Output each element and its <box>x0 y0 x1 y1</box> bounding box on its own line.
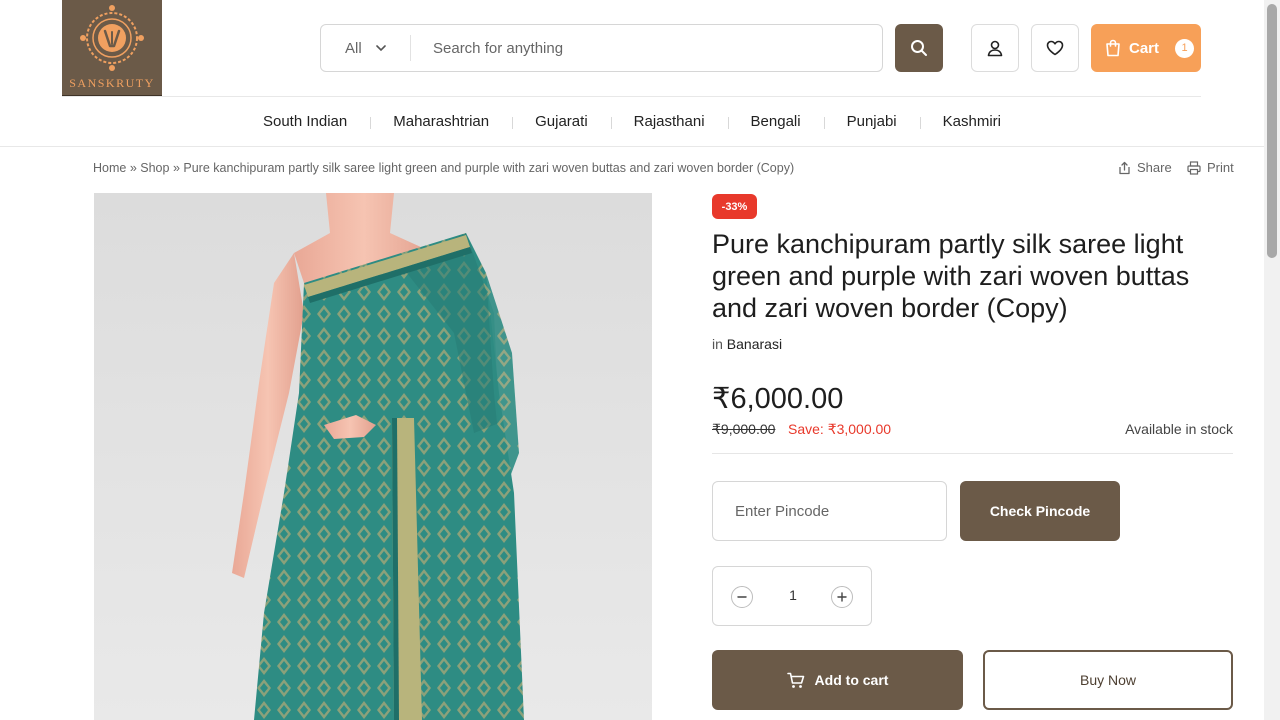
nav-item-gujarati[interactable]: Gujarati <box>512 113 611 130</box>
cart-label: Cart <box>1129 39 1160 57</box>
search-button[interactable] <box>895 24 943 72</box>
page-scrollbar[interactable] <box>1264 0 1280 720</box>
print-button[interactable]: Print <box>1187 160 1234 175</box>
original-price: ₹9,000.00 <box>712 421 776 437</box>
brand-logo[interactable]: SANSKRUTY <box>62 0 162 97</box>
search-category-select[interactable]: All <box>321 35 411 61</box>
category-link[interactable]: Banarasi <box>727 336 782 352</box>
user-icon <box>987 40 1003 57</box>
printer-icon <box>1187 160 1201 175</box>
cart-icon <box>786 672 804 688</box>
check-pincode-button[interactable]: Check Pincode <box>960 481 1120 541</box>
pincode-input[interactable] <box>712 481 947 541</box>
nav-item-maharashtrian[interactable]: Maharashtrian <box>370 113 512 130</box>
product-title: Pure kanchipuram partly silk saree light… <box>712 229 1190 323</box>
quantity-increase-button[interactable] <box>831 586 853 608</box>
chevron-down-icon <box>375 44 386 51</box>
brand-emblem-icon <box>80 5 144 71</box>
category-prefix: in <box>712 336 723 352</box>
breadcrumb-shop-link[interactable]: Shop <box>140 161 169 175</box>
category-nav: South Indian Maharashtrian Gujarati Raja… <box>0 97 1264 147</box>
nav-item-kashmiri[interactable]: Kashmiri <box>919 113 1024 130</box>
search-category-value: All <box>345 39 362 57</box>
nav-item-rajasthani[interactable]: Rajasthani <box>610 113 728 130</box>
add-to-cart-button[interactable]: Add to cart <box>712 650 963 710</box>
shopping-bag-icon <box>1106 39 1120 57</box>
product-image[interactable] <box>94 193 652 720</box>
quantity-value[interactable]: 1 <box>773 587 813 603</box>
breadcrumb-separator: » <box>172 161 180 175</box>
savings-amount: Save: ₹3,000.00 <box>788 421 892 437</box>
search-bar: All <box>320 24 883 72</box>
minus-icon <box>737 596 747 598</box>
saree-mannequin-image <box>232 193 524 720</box>
quantity-decrease-button[interactable] <box>731 586 753 608</box>
plus-icon <box>837 592 847 602</box>
account-button[interactable] <box>971 24 1019 72</box>
cart-button[interactable]: Cart 1 <box>1091 24 1201 72</box>
stock-status: Available in stock <box>1125 421 1233 437</box>
search-icon <box>911 40 927 56</box>
breadcrumb-current: Pure kanchipuram partly silk saree light… <box>183 161 795 175</box>
add-to-cart-label: Add to cart <box>814 672 889 688</box>
share-button[interactable]: Share <box>1118 160 1172 175</box>
product-category: in Banarasi <box>712 336 782 352</box>
nav-item-punjabi[interactable]: Punjabi <box>823 113 920 130</box>
share-icon <box>1119 161 1130 174</box>
nav-item-bengali[interactable]: Bengali <box>727 113 824 130</box>
print-label: Print <box>1207 160 1234 175</box>
wishlist-button[interactable] <box>1031 24 1079 72</box>
current-price: ₹6,000.00 <box>712 383 844 415</box>
share-label: Share <box>1137 160 1172 175</box>
scrollbar-thumb[interactable] <box>1267 4 1277 258</box>
nav-item-south-indian[interactable]: South Indian <box>240 113 370 130</box>
breadcrumb: Home » Shop » Pure kanchipuram partly si… <box>93 161 794 175</box>
heart-icon <box>1046 40 1064 56</box>
breadcrumb-separator: » <box>129 161 137 175</box>
cart-count-badge: 1 <box>1175 38 1195 58</box>
search-input[interactable] <box>411 28 851 68</box>
breadcrumb-home-link[interactable]: Home <box>93 161 126 175</box>
brand-name: SANSKRUTY <box>69 76 155 90</box>
buy-now-button[interactable]: Buy Now <box>983 650 1233 710</box>
discount-badge: -33% <box>712 194 757 219</box>
price-divider <box>712 453 1233 454</box>
quantity-stepper: 1 <box>712 566 872 626</box>
